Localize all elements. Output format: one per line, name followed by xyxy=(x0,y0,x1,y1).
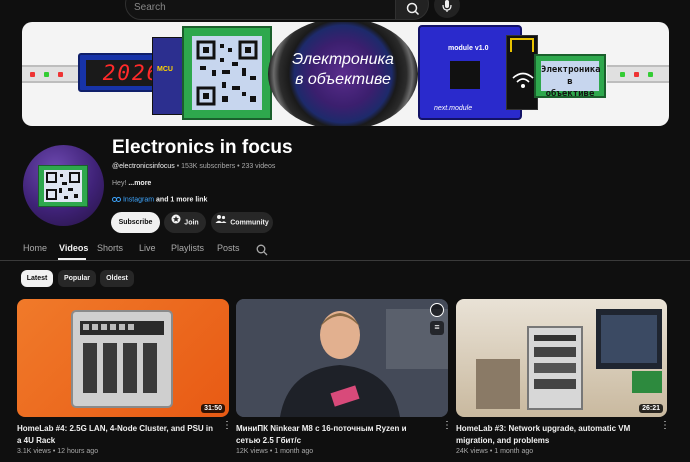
filter-latest[interactable]: Latest xyxy=(21,270,53,287)
video-title-line2: сетью 2.5 Гбит/с xyxy=(236,436,302,445)
video-views: 3.1K views xyxy=(17,448,51,455)
antenna-icon xyxy=(510,38,534,52)
video-title[interactable]: HomeLab #3: Network upgrade, automatic V… xyxy=(456,423,661,447)
join-button[interactable]: Join xyxy=(164,212,206,233)
community-label: Community xyxy=(230,219,269,227)
lcd-board: Электроника в объективе xyxy=(534,54,606,99)
led xyxy=(30,72,35,77)
tab-home[interactable]: Home xyxy=(23,243,47,253)
channel-links: Instagram and 1 more link xyxy=(112,196,207,203)
instagram-link[interactable]: Instagram xyxy=(123,196,154,203)
video-menu-icon[interactable]: ⋮ xyxy=(442,421,452,431)
star-icon xyxy=(171,212,181,233)
mcu-board: MCU xyxy=(152,37,186,115)
tab-playlists[interactable]: Playlists xyxy=(171,243,204,253)
description-text: Hey! xyxy=(112,180,127,187)
more-links-button[interactable]: and 1 more link xyxy=(156,196,207,203)
video-meta: 12K views • 1 month ago xyxy=(236,448,313,455)
subscriber-count: 153K subscribers xyxy=(181,163,236,170)
video-menu-icon[interactable]: ⋮ xyxy=(222,421,232,431)
led xyxy=(44,72,49,77)
qr-board xyxy=(182,26,272,120)
video-thumbnail[interactable]: 31:50 xyxy=(17,299,229,417)
tab-posts[interactable]: Posts xyxy=(217,243,240,253)
video-title-line1: МиниПК Ninkear M8 с 16-поточным Ryzen и xyxy=(236,424,407,433)
video-count: 233 videos xyxy=(241,163,276,170)
video-title[interactable]: HomeLab #4: 2.5G LAN, 4-Node Cluster, an… xyxy=(17,423,222,447)
channel-title: Electronics in focus xyxy=(112,137,293,158)
filter-popular[interactable]: Popular xyxy=(58,270,96,287)
channel-avatar[interactable] xyxy=(23,145,104,226)
video-title-line1: HomeLab #4: 2.5G LAN, 4-Node Cluster, an… xyxy=(17,424,214,433)
video-duration: 31:50 xyxy=(201,404,225,413)
filter-oldest[interactable]: Oldest xyxy=(100,270,134,287)
video-age: 12 hours ago xyxy=(57,448,99,455)
module-label: module v1.0 xyxy=(448,45,489,52)
link-icon xyxy=(112,197,121,202)
channel-meta: @electronicsinfocus • 153K subscribers •… xyxy=(112,163,275,170)
video-title-line1: HomeLab #3: Network upgrade, automatic V… xyxy=(456,424,631,433)
video-title[interactable]: МиниПК Ninkear M8 с 16-поточным Ryzen и … xyxy=(236,423,441,447)
led xyxy=(58,72,63,77)
video-views: 24K views xyxy=(456,448,488,455)
community-button[interactable]: Community xyxy=(211,212,273,233)
led xyxy=(648,72,653,77)
video-age: 1 month ago xyxy=(494,448,534,455)
search-button[interactable] xyxy=(395,0,429,20)
channel-search-icon[interactable] xyxy=(256,244,268,256)
subscribe-button[interactable]: Subscribe xyxy=(111,212,160,233)
tabs-divider xyxy=(0,260,690,261)
presenter-image xyxy=(236,299,448,417)
homelab-image xyxy=(476,309,662,410)
led xyxy=(634,72,639,77)
banner-lens-text: Электроника в объективе xyxy=(278,50,408,90)
video-thumbnail[interactable]: 26:21 xyxy=(456,299,667,417)
channel-handle: @electronicsinfocus xyxy=(112,163,175,170)
video-menu-icon[interactable]: ⋮ xyxy=(660,421,670,431)
community-icon xyxy=(215,212,227,233)
voice-search-button[interactable] xyxy=(434,0,460,18)
banner-lens-line1: Электроника xyxy=(292,51,394,68)
watch-later-icon[interactable] xyxy=(430,303,444,317)
qr-code-icon xyxy=(38,165,88,207)
lcd-line1: Электроника xyxy=(541,65,601,75)
wifi-icon xyxy=(512,72,534,88)
video-title-line2: migration, and problems xyxy=(456,436,550,445)
rack-image xyxy=(71,310,173,408)
more-link[interactable]: ...more xyxy=(128,180,151,187)
join-label: Join xyxy=(184,219,199,227)
tab-videos[interactable]: Videos xyxy=(59,243,88,253)
qr-code-icon xyxy=(192,36,262,110)
avatar-qr-screen xyxy=(44,170,82,202)
lcd-line2: в объективе xyxy=(545,77,595,99)
module-brand: next.module xyxy=(434,105,473,112)
search-input[interactable]: Search xyxy=(125,0,396,20)
video-thumbnail[interactable]: ≡ xyxy=(236,299,448,417)
video-meta: 3.1K views • 12 hours ago xyxy=(17,448,98,455)
video-title-line2: a 4U Rack xyxy=(17,436,56,445)
channel-banner: 2026 MCU Электроника в объективе module … xyxy=(22,22,669,126)
video-duration: 26:21 xyxy=(639,404,663,413)
add-to-queue-icon[interactable]: ≡ xyxy=(430,321,444,335)
tab-live[interactable]: Live xyxy=(139,243,156,253)
search-icon xyxy=(406,2,420,16)
search-placeholder: Search xyxy=(134,2,166,13)
channel-description[interactable]: Hey! ...more xyxy=(112,180,151,187)
video-views: 12K views xyxy=(236,448,268,455)
microphone-icon xyxy=(442,0,452,12)
chip-icon xyxy=(450,61,480,89)
video-meta: 24K views • 1 month ago xyxy=(456,448,533,455)
video-age: 1 month ago xyxy=(274,448,314,455)
lcd-screen: Электроника в объективе xyxy=(541,61,601,99)
banner-lens-line2: в объективе xyxy=(295,71,391,88)
mcu-label: MCU xyxy=(157,66,173,73)
tab-shorts[interactable]: Shorts xyxy=(97,243,123,253)
led xyxy=(620,72,625,77)
